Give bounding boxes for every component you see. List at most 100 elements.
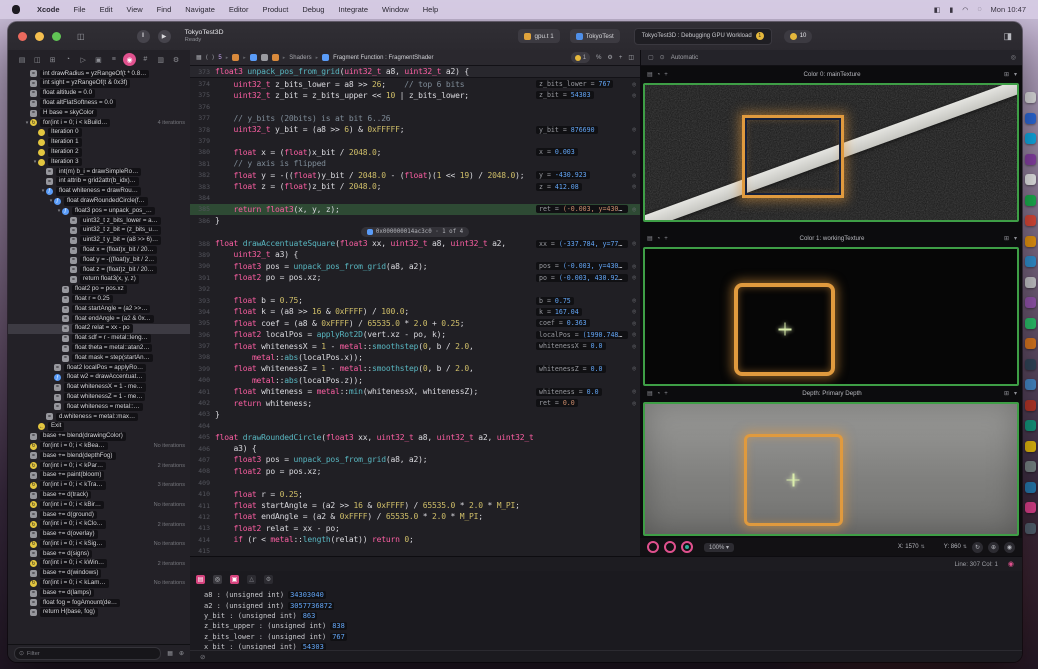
tree-row[interactable]: =float sdf = r - metal::leng… bbox=[8, 334, 190, 344]
variable-row[interactable]: a2 : (unsigned int)3057736872 bbox=[204, 600, 347, 610]
value-eye-icon[interactable]: ◎ bbox=[632, 240, 636, 247]
code-line[interactable]: 378 uint32_t y_bit = (a8 >> 6) & 0xFFFFF… bbox=[190, 124, 640, 135]
gpu-capture-icon[interactable]: ◉ bbox=[1008, 560, 1014, 568]
tree-row[interactable]: ↻for(int i = 0; i < kLam…No iterations bbox=[8, 578, 190, 588]
dock-app-icon-1[interactable] bbox=[1025, 113, 1036, 124]
encoder-chip-icon[interactable] bbox=[261, 54, 268, 61]
line-number[interactable]: 412 bbox=[190, 513, 215, 521]
dock-app-icon-9[interactable] bbox=[1025, 277, 1036, 288]
code-line[interactable]: 397 float whitenessX = 1 - metal::smooth… bbox=[190, 340, 640, 351]
chevron-down-icon[interactable]: ▾ bbox=[1014, 235, 1017, 242]
code-line[interactable]: 410 float r = 0.25; bbox=[190, 488, 640, 499]
invocation-selector-pill[interactable]: 0x000000014ac3c0 · 1 of 4 bbox=[361, 227, 469, 237]
inline-variable-value[interactable]: z_bits_lower = 767 bbox=[536, 80, 613, 88]
value-eye-icon[interactable]: ◎ bbox=[632, 92, 636, 99]
line-number[interactable]: 377 bbox=[190, 114, 215, 122]
line-number[interactable]: 386 bbox=[190, 217, 215, 225]
expand-icon[interactable]: ⊞ bbox=[1004, 390, 1009, 397]
menu-item-find[interactable]: Find bbox=[150, 5, 179, 14]
back-icon[interactable]: ⟨ bbox=[206, 54, 208, 61]
line-number[interactable]: 388 bbox=[190, 240, 215, 248]
line-number[interactable]: 384 bbox=[190, 194, 215, 202]
color0-texture-preview[interactable] bbox=[643, 83, 1019, 222]
value-eye-icon[interactable]: ◎ bbox=[632, 343, 636, 350]
mode-label[interactable]: Automatic bbox=[671, 54, 699, 61]
code-line[interactable]: 398 metal::abs(localPos.x)); bbox=[190, 352, 640, 363]
menu-item-product[interactable]: Product bbox=[255, 5, 295, 14]
line-number[interactable]: 403 bbox=[190, 410, 215, 418]
tree-row[interactable]: Iteration 0 bbox=[8, 128, 190, 138]
menu-item-view[interactable]: View bbox=[120, 5, 150, 14]
variables-view-toggle-icon[interactable]: ▤ bbox=[196, 575, 205, 584]
value-eye-icon[interactable]: ◎ bbox=[632, 297, 636, 304]
value-eye-icon[interactable]: ◎ bbox=[632, 149, 636, 156]
inline-variable-value[interactable]: whitenessZ = 0.0 bbox=[536, 365, 606, 373]
line-number[interactable]: 413 bbox=[190, 524, 215, 532]
forward-icon[interactable]: ⟩ bbox=[212, 54, 214, 61]
code-line[interactable]: 381 // y axis is flipped bbox=[190, 158, 640, 169]
menu-item-file[interactable]: File bbox=[67, 5, 93, 14]
inline-variable-value[interactable]: whiteness = 0.0 bbox=[536, 388, 602, 396]
inline-variable-value[interactable]: y_bit = 876690 bbox=[536, 126, 598, 134]
minimize-window-button[interactable] bbox=[35, 32, 44, 41]
line-number[interactable]: 402 bbox=[190, 399, 215, 407]
menu-item-navigate[interactable]: Navigate bbox=[178, 5, 222, 14]
line-number[interactable]: 404 bbox=[190, 422, 215, 430]
code-line[interactable]: 396 float2 localPos = applyRot2D(vert.xz… bbox=[190, 329, 640, 340]
tree-row[interactable]: =float whiteness = metal::… bbox=[8, 402, 190, 412]
code-line[interactable]: 411 float startAngle = (a2 >> 16 & 0xFFF… bbox=[190, 500, 640, 511]
menu-item-edit[interactable]: Edit bbox=[93, 5, 120, 14]
line-number[interactable]: 405 bbox=[190, 433, 215, 441]
dock-app-icon-14[interactable] bbox=[1025, 379, 1036, 390]
line-number[interactable]: 380 bbox=[190, 148, 215, 156]
chevron-down-icon[interactable]: ▾ bbox=[1014, 71, 1017, 78]
tree-row[interactable]: ↻for(int i = 0; i < kWin…2 iterations bbox=[8, 559, 190, 569]
tree-row[interactable]: =float endAngle = (a2 & 0x… bbox=[8, 314, 190, 324]
tab-project[interactable]: TokyoTest bbox=[570, 29, 620, 43]
code-line[interactable]: 392 bbox=[190, 283, 640, 294]
code-line[interactable]: 403} bbox=[190, 409, 640, 420]
dock-app-icon-21[interactable] bbox=[1025, 523, 1036, 534]
blue-channel-toggle[interactable] bbox=[681, 541, 693, 553]
code-line[interactable]: 373float3 unpack_pos_from_grid(uint32_t … bbox=[190, 66, 640, 78]
filter-input[interactable]: ⊙ Filter bbox=[14, 647, 161, 660]
line-number[interactable]: 414 bbox=[190, 536, 215, 544]
line-number[interactable]: 382 bbox=[190, 171, 215, 179]
menu-item-debug[interactable]: Debug bbox=[295, 5, 331, 14]
code-line[interactable]: 400 metal::abs(localPos.z)); bbox=[190, 375, 640, 386]
value-eye-icon[interactable]: ◎ bbox=[632, 263, 636, 270]
debug-navigator-icon[interactable]: ≡ bbox=[108, 54, 120, 66]
code-line[interactable]: 412 float endAngle = (a2 & 0xFFFF) / 655… bbox=[190, 511, 640, 522]
depth-texture-preview[interactable] bbox=[643, 402, 1019, 536]
value-eye-icon[interactable]: ◎ bbox=[632, 308, 636, 315]
histogram-icon[interactable]: ◔ bbox=[657, 391, 661, 397]
code-line[interactable]: 384 bbox=[190, 192, 640, 203]
menu-item-window[interactable]: Window bbox=[375, 5, 416, 14]
run-button[interactable]: ▶ bbox=[158, 30, 171, 43]
zoom-window-button[interactable] bbox=[52, 32, 61, 41]
tree-row[interactable]: =float whitenessX = 1 - me… bbox=[8, 383, 190, 393]
menu-item-xcode[interactable]: Xcode bbox=[30, 5, 67, 14]
tree-row[interactable]: =float mask = step(startAn… bbox=[8, 353, 190, 363]
pass-chip-icon[interactable] bbox=[250, 54, 257, 61]
inline-variable-value[interactable]: po = (-0.003, 430.923) bbox=[536, 274, 628, 282]
grid-icon[interactable]: ▤ bbox=[647, 390, 653, 397]
inline-variable-value[interactable]: z = 412.08 bbox=[536, 183, 582, 191]
tree-row[interactable]: =float fog = fogAmount(de… bbox=[8, 598, 190, 608]
pixel-y-field[interactable]: Y: 860 bbox=[944, 544, 961, 550]
line-number[interactable]: 398 bbox=[190, 353, 215, 361]
tree-row[interactable]: =return H(base, fog) bbox=[8, 608, 190, 618]
dock-app-icon-5[interactable] bbox=[1025, 195, 1036, 206]
dock-app-icon-11[interactable] bbox=[1025, 318, 1036, 329]
variable-row[interactable]: a8 : (unsigned int)34303040 bbox=[204, 590, 347, 600]
value-eye-icon[interactable]: ◎ bbox=[632, 81, 636, 88]
tree-row[interactable]: ↻for(int i = 0; i < kBea…No iterations bbox=[8, 441, 190, 451]
scheme-status[interactable]: TokyoTest3D Ready bbox=[185, 29, 224, 43]
zoom-level-menu[interactable]: 100% ▾ bbox=[704, 543, 734, 552]
dock-app-icon-0[interactable] bbox=[1025, 92, 1036, 103]
add-icon[interactable]: + bbox=[664, 236, 668, 242]
dock-app-icon-2[interactable] bbox=[1025, 133, 1036, 144]
code-line[interactable]: 383 float z = (float)z_bit / 2048.0;z = … bbox=[190, 181, 640, 192]
tree-row[interactable]: =base += paint(bloom) bbox=[8, 471, 190, 481]
settings-navigator-icon[interactable]: ⚙ bbox=[170, 54, 182, 66]
